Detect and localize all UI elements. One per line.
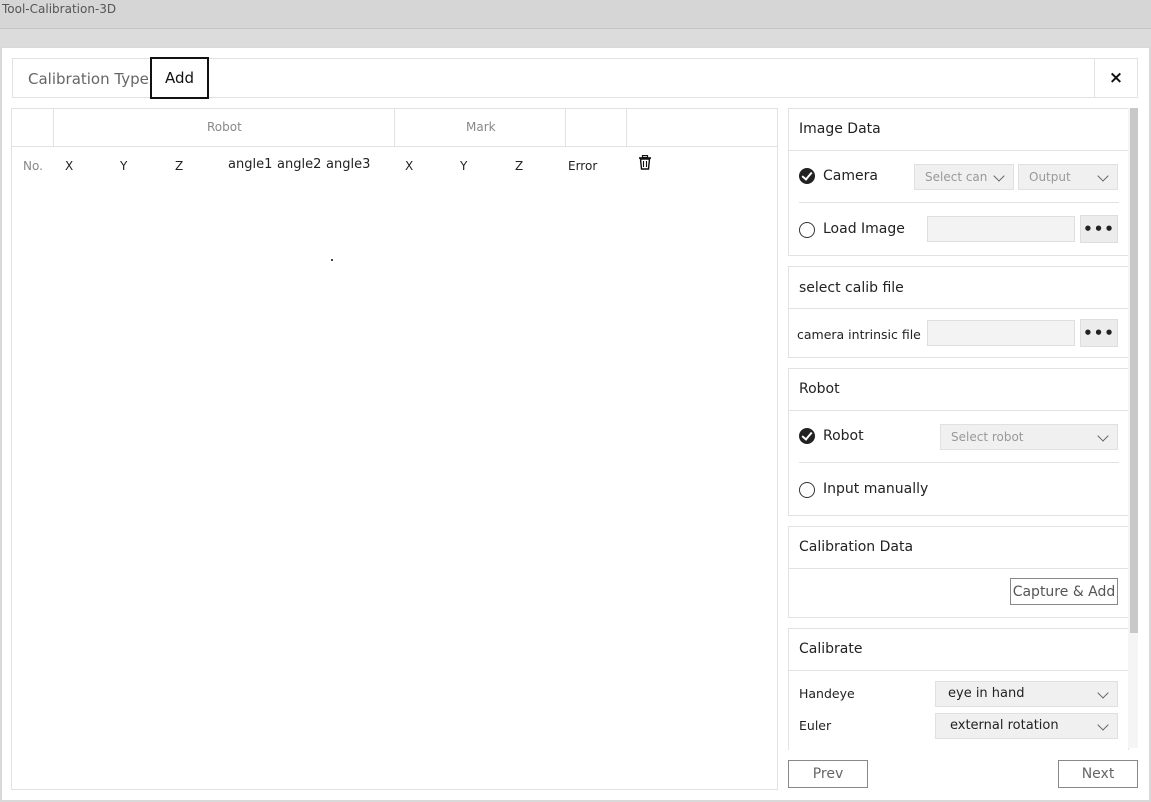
card-header: select calib file — [789, 267, 1128, 309]
input-manually-label: Input manually — [823, 481, 929, 497]
intrinsic-file-input[interactable] — [927, 320, 1075, 346]
image-data-card: Image Data Camera Select can Output Load… — [788, 108, 1129, 256]
next-button[interactable]: Next — [1058, 760, 1138, 788]
input-manually-radio[interactable] — [799, 482, 815, 498]
camera-select[interactable]: Select can — [914, 164, 1014, 190]
card-title: Calibration Data — [799, 539, 914, 555]
calibrate-card: Calibrate Handeye eye in hand Euler exte… — [788, 628, 1129, 750]
robot-select[interactable]: Select robot — [940, 424, 1118, 450]
column-robot-y: Y — [120, 159, 128, 173]
euler-label: Euler — [799, 718, 832, 733]
euler-select[interactable]: external rotation — [935, 713, 1118, 739]
prev-button[interactable]: Prev — [788, 760, 868, 788]
handeye-label: Handeye — [799, 686, 855, 701]
toolbar-strip — [0, 29, 1151, 47]
card-title: Image Data — [799, 121, 881, 137]
tab-bar: Calibration Type Add × — [12, 57, 1138, 99]
output-select[interactable]: Output — [1018, 164, 1118, 190]
intrinsic-file-label: camera intrinsic file — [797, 327, 921, 342]
calib-file-card: select calib file camera intrinsic file … — [788, 266, 1129, 358]
camera-label: Camera — [823, 168, 878, 184]
header-divider — [394, 109, 395, 146]
chevron-down-icon — [1097, 719, 1109, 731]
header-divider — [565, 109, 566, 146]
trash-icon[interactable] — [638, 155, 652, 170]
column-robot-x: X — [65, 159, 74, 173]
chevron-down-icon — [1097, 430, 1109, 442]
card-header: Robot — [789, 369, 1128, 411]
close-icon[interactable]: × — [1094, 59, 1137, 97]
image-path-input[interactable] — [927, 216, 1075, 242]
card-header: Calibrate — [789, 629, 1128, 671]
robot-radio[interactable] — [799, 428, 815, 444]
card-title: select calib file — [799, 280, 904, 296]
chevron-down-icon — [1097, 687, 1109, 699]
window-title: Tool-Calibration-3D — [2, 2, 117, 16]
column-angle2: angle2 — [277, 157, 322, 172]
camera-radio[interactable] — [799, 168, 815, 184]
chevron-down-icon — [1097, 170, 1109, 182]
tab-calibration-type[interactable]: Calibration Type — [28, 70, 149, 88]
card-header: Image Data — [789, 109, 1128, 151]
load-image-label: Load Image — [823, 221, 905, 237]
capture-add-button[interactable]: Capture & Add — [1010, 578, 1118, 605]
column-no: No. — [23, 159, 43, 173]
column-mark-z: Z — [515, 159, 524, 173]
divider — [799, 462, 1119, 463]
calibration-table: Robot Mark No. X Y Z angle1 angle2 angle… — [11, 108, 778, 790]
table-header: Robot Mark — [12, 109, 777, 147]
panel-scrollbar-thumb[interactable] — [1130, 108, 1138, 633]
column-angle1: angle1 — [228, 157, 273, 172]
column-error: Error — [568, 159, 598, 173]
robot-card: Robot Robot Select robot Input manually — [788, 368, 1129, 516]
header-divider — [53, 109, 54, 146]
calibration-data-card: Calibration Data Capture & Add — [788, 526, 1129, 618]
chevron-down-icon — [993, 170, 1005, 182]
card-header: Calibration Data — [789, 527, 1128, 569]
column-mark-y: Y — [460, 159, 468, 173]
browse-intrinsic-button[interactable]: ••• — [1080, 319, 1118, 347]
card-title: Robot — [799, 381, 840, 397]
column-robot-z: Z — [175, 159, 184, 173]
header-divider — [626, 109, 627, 146]
table-empty-marker — [331, 259, 333, 261]
load-image-radio[interactable] — [799, 222, 815, 238]
header-group-robot: Robot — [207, 120, 242, 134]
window-titlebar: Tool-Calibration-3D — [0, 0, 1151, 29]
card-title: Calibrate — [799, 641, 863, 657]
tab-add[interactable]: Add — [150, 57, 209, 99]
column-angle3: angle3 — [326, 157, 371, 172]
browse-image-button[interactable]: ••• — [1080, 215, 1118, 243]
calibration-dialog: Calibration Type Add × Robot Mark No. X … — [2, 48, 1149, 800]
handeye-select[interactable]: eye in hand — [935, 681, 1118, 707]
header-group-mark: Mark — [466, 120, 496, 134]
robot-label: Robot — [823, 428, 864, 444]
column-mark-x: X — [405, 159, 414, 173]
divider — [799, 202, 1119, 203]
settings-panel: Image Data Camera Select can Output Load… — [788, 108, 1138, 750]
